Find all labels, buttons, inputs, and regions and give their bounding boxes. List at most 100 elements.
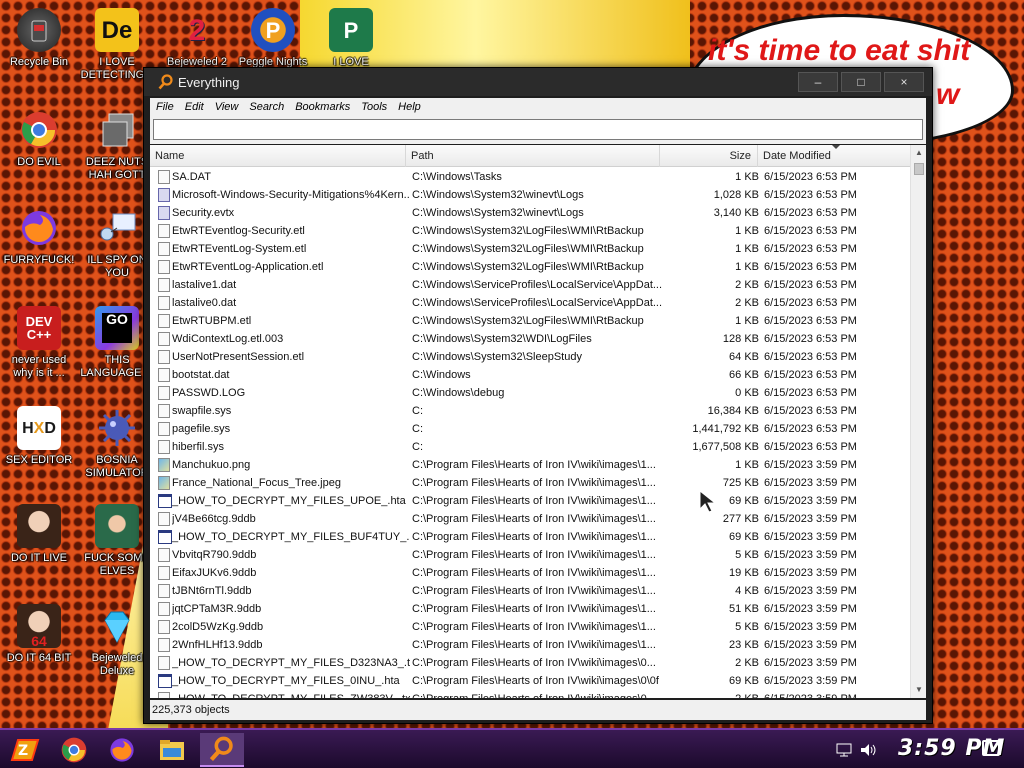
table-row[interactable]: jqtCPTaM3R.9ddb C:\Program Files\Hearts o… bbox=[150, 600, 910, 618]
taskbar-app-file-explorer[interactable] bbox=[150, 733, 194, 767]
volume-icon[interactable] bbox=[860, 743, 878, 757]
table-row[interactable]: _HOW_TO_DECRYPT_MY_FILES_BUF4TUY_.hta C:\… bbox=[150, 528, 910, 546]
start-button[interactable]: Z bbox=[8, 736, 42, 764]
table-row[interactable]: _HOW_TO_DECRYPT_MY_FILES_0INU_.hta C:\Pro… bbox=[150, 672, 910, 690]
table-row[interactable]: VbvitqR790.9ddb C:\Program Files\Hearts o… bbox=[150, 546, 910, 564]
desktop-icon-bejeweled-2[interactable]: 2 Bejeweled 2 bbox=[160, 8, 234, 69]
column-path[interactable]: Path bbox=[406, 145, 660, 167]
desktop-icon-sex-editor[interactable]: HXD SEX EDITOR bbox=[2, 406, 76, 467]
menu-file[interactable]: File bbox=[156, 98, 181, 116]
vertical-scrollbar[interactable]: ▲ ▼ bbox=[910, 145, 926, 698]
column-name[interactable]: Name bbox=[150, 145, 406, 167]
menu-help[interactable]: Help bbox=[398, 98, 428, 116]
network-icon[interactable] bbox=[836, 743, 852, 757]
scroll-thumb[interactable] bbox=[914, 163, 924, 175]
table-row[interactable]: tJBNt6rnTl.9ddb C:\Program Files\Hearts o… bbox=[150, 582, 910, 600]
table-row[interactable]: EifaxJUKv6.9ddb C:\Program Files\Hearts o… bbox=[150, 564, 910, 582]
table-row[interactable]: pagefile.sys C: 1,441,792 KB 6/15/2023 6:53… bbox=[150, 420, 910, 438]
desktop-icon-do-it-64-bit[interactable]: 64 DO IT 64 BIT bbox=[2, 604, 76, 665]
table-row[interactable]: _HOW_TO_DECRYPT_MY_FILES_UPOE_.hta C:\Pro… bbox=[150, 492, 910, 510]
object-count: 225,373 objects bbox=[152, 704, 230, 716]
column-date-modified[interactable]: Date Modified bbox=[758, 145, 910, 167]
file-icon bbox=[158, 692, 170, 698]
scroll-down-icon[interactable]: ▼ bbox=[911, 682, 926, 698]
notification-icon[interactable] bbox=[982, 740, 1000, 756]
file-size: 1 KB bbox=[735, 261, 759, 273]
table-row[interactable]: Manchukuo.png C:\Program Files\Hearts of … bbox=[150, 456, 910, 474]
table-row[interactable]: _HOW_TO_DECRYPT_MY_FILES_ZW383V_.txtC:\P… bbox=[150, 690, 910, 698]
file-size: 1 KB bbox=[735, 225, 759, 237]
file-size: 1,677,508 KB bbox=[692, 441, 759, 453]
start-logo-icon: Z bbox=[10, 739, 40, 761]
table-row[interactable]: PASSWD.LOG C:\Windows\debug 0 KB 6/15/2023 … bbox=[150, 384, 910, 402]
menu-edit[interactable]: Edit bbox=[185, 98, 211, 116]
desktop-icon-project[interactable]: P I LOVE bbox=[314, 8, 388, 69]
results-list[interactable]: Name Path Size Date Modified SA.DAT C:\Wi… bbox=[150, 145, 926, 698]
table-row[interactable]: swapfile.sys C: 16,384 KB 6/15/2023 6:53 PM bbox=[150, 402, 910, 420]
table-row[interactable]: France_National_Focus_Tree.jpeg C:\Progra… bbox=[150, 474, 910, 492]
table-row[interactable]: EtwRTEventLog-System.etl C:\Windows\Syste… bbox=[150, 240, 910, 258]
table-row[interactable]: EtwRTEventlog-Security.etl C:\Windows\Sys… bbox=[150, 222, 910, 240]
file-date-modified: 6/15/2023 6:53 PM bbox=[764, 369, 857, 381]
file-name: jqtCPTaM3R.9ddb bbox=[172, 603, 262, 615]
file-date-modified: 6/15/2023 6:53 PM bbox=[764, 297, 857, 309]
scroll-up-icon[interactable]: ▲ bbox=[911, 145, 926, 161]
close-button[interactable]: × bbox=[884, 72, 924, 92]
file-name: EifaxJUKv6.9ddb bbox=[172, 567, 257, 579]
desktop-icon-do-it-live[interactable]: DO IT LIVE bbox=[2, 504, 76, 565]
desktop-icon-devcpp[interactable]: DEV C++ never used why is it ... bbox=[2, 306, 76, 380]
menu-bookmarks[interactable]: Bookmarks bbox=[295, 98, 357, 116]
file-size: 66 KB bbox=[729, 369, 759, 381]
file-date-modified: 6/15/2023 6:53 PM bbox=[764, 171, 857, 183]
table-row[interactable]: lastalive1.dat C:\Windows\ServiceProfiles… bbox=[150, 276, 910, 294]
desktop-icon-recycle-bin[interactable]: Recycle Bin bbox=[2, 8, 76, 69]
file-name: swapfile.sys bbox=[172, 405, 232, 417]
table-row[interactable]: UserNotPresentSession.etl C:\Windows\Syst… bbox=[150, 348, 910, 366]
table-row[interactable]: lastalive0.dat C:\Windows\ServiceProfiles… bbox=[150, 294, 910, 312]
file-size: 1,028 KB bbox=[713, 189, 759, 201]
file-size: 2 KB bbox=[665, 690, 759, 698]
search-input[interactable] bbox=[153, 119, 923, 140]
table-row[interactable]: Microsoft-Windows-Security-Mitigations%4… bbox=[150, 186, 910, 204]
file-path: C:\Windows\System32\LogFiles\WMI\RtBacku… bbox=[412, 243, 644, 255]
desktop-icon-furryfuck[interactable]: FURRYFUCK! bbox=[2, 206, 76, 267]
column-header: Name Path Size Date Modified bbox=[150, 145, 910, 167]
table-row[interactable]: _HOW_TO_DECRYPT_MY_FILES_D323NA3_.txt C:\… bbox=[150, 654, 910, 672]
menu-search[interactable]: Search bbox=[249, 98, 291, 116]
table-row[interactable]: hiberfil.sys C: 1,677,508 KB 6/15/2023 6:53… bbox=[150, 438, 910, 456]
network-icon bbox=[95, 206, 139, 250]
maximize-button[interactable]: □ bbox=[841, 72, 881, 92]
table-row[interactable]: jV4Be66tcg.9ddb C:\Program Files\Hearts o… bbox=[150, 510, 910, 528]
taskbar-app-firefox[interactable] bbox=[100, 733, 144, 767]
file-path: C:\Windows\System32\SleepStudy bbox=[412, 351, 582, 363]
table-row[interactable]: SA.DAT C:\Windows\Tasks 1 KB 6/15/2023 6:53… bbox=[150, 168, 910, 186]
file-icon bbox=[158, 386, 170, 400]
file-name: VbvitqR790.9ddb bbox=[172, 549, 257, 561]
table-row[interactable]: bootstat.dat C:\Windows 66 KB 6/15/2023 6:5… bbox=[150, 366, 910, 384]
file-icon bbox=[158, 296, 170, 310]
minimize-button[interactable]: – bbox=[798, 72, 838, 92]
file-path: C:\Windows\ServiceProfiles\LocalService\… bbox=[412, 279, 663, 291]
title-bar[interactable]: Everything – □ × bbox=[144, 68, 932, 96]
menu-view[interactable]: View bbox=[215, 98, 246, 116]
taskbar-app-everything[interactable] bbox=[200, 733, 244, 767]
desktop-icon-peggle-nights[interactable]: P Peggle Nights bbox=[236, 8, 310, 69]
taskbar-app-chrome[interactable] bbox=[52, 733, 96, 767]
table-row[interactable]: EtwRTEventLog-Application.etl C:\Windows\… bbox=[150, 258, 910, 276]
file-path: C: bbox=[412, 423, 423, 435]
table-row[interactable]: 2colD5WzKg.9ddb C:\Program Files\Hearts o… bbox=[150, 618, 910, 636]
table-row[interactable]: 2WnfHLHf13.9ddb C:\Program Files\Hearts o… bbox=[150, 636, 910, 654]
file-icon bbox=[158, 368, 170, 382]
file-date-modified: 6/15/2023 3:59 PM bbox=[764, 585, 857, 597]
table-row[interactable]: EtwRTUBPM.etl C:\Windows\System32\LogFile… bbox=[150, 312, 910, 330]
column-size[interactable]: Size bbox=[660, 145, 758, 167]
file-path: C:\Windows\debug bbox=[412, 387, 505, 399]
table-row[interactable]: WdiContextLog.etl.003 C:\Windows\System32… bbox=[150, 330, 910, 348]
table-row[interactable]: Security.evtx C:\Windows\System32\winevt\… bbox=[150, 204, 910, 222]
file-name: jV4Be66tcg.9ddb bbox=[172, 513, 256, 525]
sort-descending-icon bbox=[832, 145, 840, 149]
file-size: 23 KB bbox=[729, 639, 759, 651]
desktop-icon-do-evil[interactable]: DO EVIL bbox=[2, 108, 76, 169]
hxd-icon: HXD bbox=[17, 406, 61, 450]
menu-tools[interactable]: Tools bbox=[361, 98, 394, 116]
